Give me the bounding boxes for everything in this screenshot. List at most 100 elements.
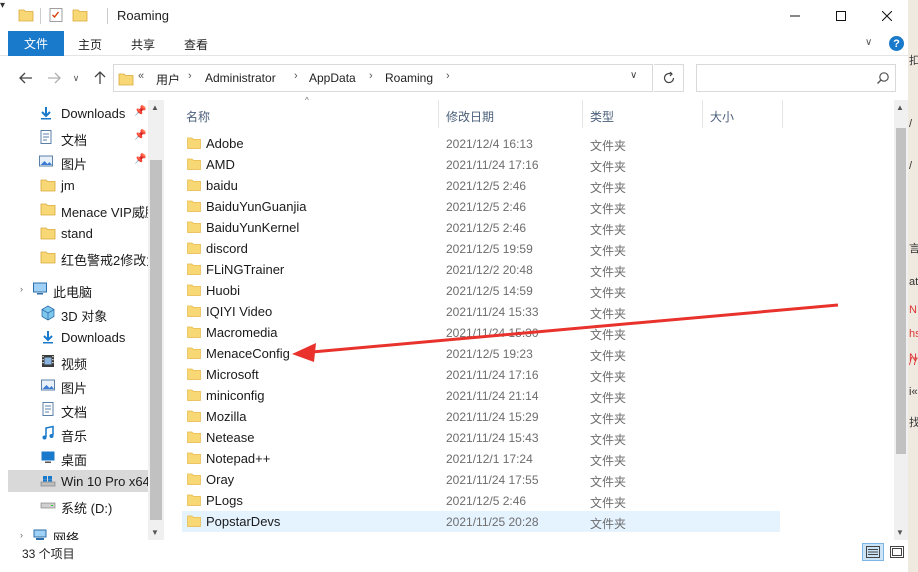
properties-icon[interactable] bbox=[48, 7, 64, 23]
scrollbar-thumb[interactable] bbox=[150, 160, 162, 520]
large-icons-view-button[interactable] bbox=[888, 543, 906, 561]
nav-item-network[interactable]: › 网络 bbox=[8, 524, 148, 540]
tab-home[interactable]: 主页 bbox=[78, 36, 102, 53]
nav-item-drive-d[interactable]: 系统 (D:) bbox=[8, 494, 148, 516]
nav-item-stand[interactable]: stand bbox=[8, 222, 148, 244]
scroll-up-icon[interactable]: ▲ bbox=[896, 103, 904, 112]
column-type[interactable]: 类型 bbox=[590, 108, 614, 125]
scrollbar-thumb[interactable] bbox=[896, 128, 906, 454]
file-row[interactable]: Notepad++ 2021/12/1 17:24 文件夹 bbox=[182, 448, 780, 469]
column-divider[interactable] bbox=[782, 100, 783, 128]
nav-item-red-alert[interactable]: 红色警戒2修改大 bbox=[8, 246, 148, 268]
drive-icon bbox=[40, 502, 56, 509]
file-row[interactable]: IQIYI Video 2021/11/24 15:33 文件夹 bbox=[182, 301, 780, 322]
nav-item-jm[interactable]: jm bbox=[8, 174, 148, 196]
nav-item-menace-vip[interactable]: Menace VIP威胁 bbox=[8, 198, 148, 220]
nav-item-pictures-quick[interactable]: 图片 📌 bbox=[8, 150, 148, 172]
nav-item-label: jm bbox=[61, 178, 75, 193]
file-row[interactable]: Mozilla 2021/11/24 15:29 文件夹 bbox=[182, 406, 780, 427]
file-row[interactable]: MenaceConfig 2021/12/5 19:23 文件夹 bbox=[182, 343, 780, 364]
file-row[interactable]: BaiduYunGuanjia 2021/12/5 2:46 文件夹 bbox=[182, 196, 780, 217]
file-row[interactable]: PopstarDevs 2021/11/25 20:28 文件夹 bbox=[182, 511, 780, 532]
breadcrumb-roaming[interactable]: Roaming bbox=[385, 71, 433, 85]
file-row[interactable]: Macromedia 2021/11/24 15:30 文件夹 bbox=[182, 322, 780, 343]
nav-item-3d-objects[interactable]: 3D 对象 bbox=[8, 302, 148, 324]
scroll-up-icon[interactable]: ▲ bbox=[151, 103, 159, 112]
file-row[interactable]: Netease 2021/11/24 15:43 文件夹 bbox=[182, 427, 780, 448]
file-type: 文件夹 bbox=[590, 349, 627, 363]
new-folder-icon[interactable] bbox=[72, 7, 88, 23]
chevron-right-icon[interactable]: › bbox=[188, 70, 192, 82]
minimize-icon bbox=[790, 15, 800, 16]
refresh-button[interactable] bbox=[654, 64, 684, 92]
status-bar: 33 个项目 bbox=[0, 540, 908, 572]
file-row[interactable]: discord 2021/12/5 19:59 文件夹 bbox=[182, 238, 780, 259]
computer-icon bbox=[33, 282, 47, 295]
nav-item-win10-drive[interactable]: Win 10 Pro x64 bbox=[8, 470, 148, 492]
forward-button[interactable] bbox=[44, 68, 64, 88]
tab-view[interactable]: 查看 bbox=[184, 36, 208, 53]
file-row[interactable]: baidu 2021/12/5 2:46 文件夹 bbox=[182, 175, 780, 196]
folder-icon bbox=[118, 73, 134, 86]
pin-icon[interactable]: 📌 bbox=[134, 154, 146, 165]
address-bar[interactable]: « 用户 › Administrator › AppData › Roaming… bbox=[113, 64, 653, 92]
folder-icon[interactable] bbox=[18, 7, 34, 23]
nav-item-this-pc[interactable]: › 此电脑 bbox=[8, 278, 148, 300]
file-row[interactable]: BaiduYunKernel 2021/12/5 2:46 文件夹 bbox=[182, 217, 780, 238]
navigation-scrollbar[interactable]: ▲ ▼ bbox=[148, 100, 164, 540]
file-row[interactable]: Microsoft 2021/11/24 17:16 文件夹 bbox=[182, 364, 780, 385]
chevron-right-icon[interactable]: › bbox=[369, 70, 373, 82]
search-icon bbox=[877, 72, 889, 84]
expand-ribbon-icon[interactable]: ∨ bbox=[865, 37, 872, 48]
pin-icon[interactable]: 📌 bbox=[134, 130, 146, 141]
address-dropdown-icon[interactable]: ∨ bbox=[630, 70, 637, 81]
nav-item-documents[interactable]: 文档 bbox=[8, 398, 148, 420]
nav-item-downloads-quick[interactable]: Downloads 📌 bbox=[8, 102, 148, 124]
file-row[interactable]: PLogs 2021/12/5 2:46 文件夹 bbox=[182, 490, 780, 511]
help-icon[interactable]: ? bbox=[889, 36, 904, 51]
breadcrumb-users[interactable]: 用户 bbox=[156, 71, 180, 88]
column-size[interactable]: 大小 bbox=[710, 108, 734, 125]
breadcrumb-appdata[interactable]: AppData bbox=[309, 71, 356, 85]
close-button[interactable] bbox=[864, 0, 908, 31]
up-button[interactable] bbox=[90, 68, 110, 88]
nav-item-pictures[interactable]: 图片 bbox=[8, 374, 148, 396]
nav-item-desktop[interactable]: 桌面 bbox=[8, 446, 148, 468]
file-row[interactable]: AMD 2021/11/24 17:16 文件夹 bbox=[182, 154, 780, 175]
column-divider[interactable] bbox=[702, 100, 703, 128]
scroll-down-icon[interactable]: ▼ bbox=[151, 528, 159, 537]
column-divider[interactable] bbox=[438, 100, 439, 128]
nav-item-downloads[interactable]: Downloads bbox=[8, 326, 148, 348]
file-row[interactable]: Huobi 2021/12/5 14:59 文件夹 bbox=[182, 280, 780, 301]
maximize-button[interactable] bbox=[818, 0, 864, 31]
file-row[interactable]: miniconfig 2021/11/24 21:14 文件夹 bbox=[182, 385, 780, 406]
tab-file[interactable]: 文件 bbox=[8, 31, 64, 56]
chevron-right-icon[interactable]: › bbox=[20, 530, 23, 540]
column-divider[interactable] bbox=[582, 100, 583, 128]
minimize-button[interactable] bbox=[772, 0, 818, 31]
chevron-right-icon[interactable]: › bbox=[294, 70, 298, 82]
file-date: 2021/12/5 2:46 bbox=[446, 494, 527, 508]
scroll-down-icon[interactable]: ▼ bbox=[896, 528, 904, 537]
tab-share[interactable]: 共享 bbox=[131, 36, 155, 53]
back-button[interactable] bbox=[16, 68, 36, 88]
column-name[interactable]: 名称 bbox=[186, 108, 210, 125]
details-view-button[interactable] bbox=[862, 543, 884, 561]
breadcrumb-overflow[interactable]: « bbox=[138, 70, 144, 82]
breadcrumb-administrator[interactable]: Administrator bbox=[205, 71, 276, 85]
file-row[interactable]: Adobe 2021/12/4 16:13 文件夹 bbox=[182, 133, 780, 154]
nav-item-documents-quick[interactable]: 文档 📌 bbox=[8, 126, 148, 148]
recent-locations-dropdown-icon[interactable]: ∨ bbox=[70, 68, 82, 88]
file-list-scrollbar[interactable]: ▲ ▼ bbox=[894, 100, 908, 540]
pin-icon[interactable]: 📌 bbox=[134, 106, 146, 117]
nav-item-videos[interactable]: 视频 bbox=[8, 350, 148, 372]
column-date[interactable]: 修改日期 bbox=[446, 108, 494, 125]
nav-item-music[interactable]: 音乐 bbox=[8, 422, 148, 444]
chevron-right-icon[interactable]: › bbox=[446, 70, 450, 82]
chevron-right-icon[interactable]: › bbox=[20, 284, 23, 294]
search-box[interactable] bbox=[696, 64, 896, 92]
file-row[interactable]: Oray 2021/11/24 17:55 文件夹 bbox=[182, 469, 780, 490]
file-row[interactable]: FLiNGTrainer 2021/12/2 20:48 文件夹 bbox=[182, 259, 780, 280]
file-date: 2021/11/24 17:16 bbox=[446, 158, 539, 172]
file-date: 2021/11/24 17:16 bbox=[446, 368, 539, 382]
